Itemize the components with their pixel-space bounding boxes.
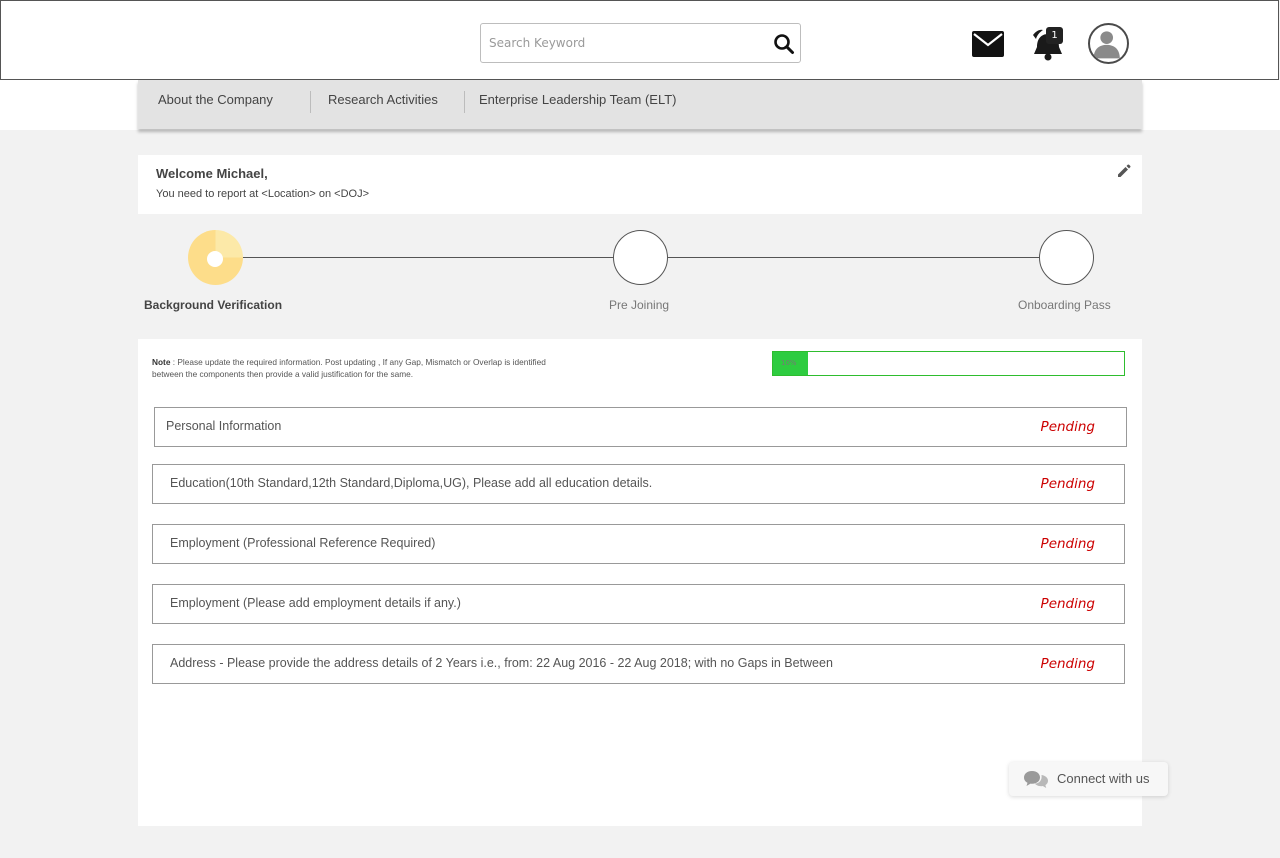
step-circle-background-verification[interactable]: [188, 230, 243, 285]
note-label: Note: [152, 357, 171, 367]
section-row-employment-details[interactable]: Employment (Please add employment detail…: [152, 584, 1125, 624]
step-label-onboarding-pass: Onboarding Pass: [1018, 298, 1111, 312]
section-row-address[interactable]: Address - Please provide the address det…: [152, 644, 1125, 684]
status-pending: Pending: [1040, 656, 1095, 672]
background-verification-card: Note : Please update the required inform…: [138, 339, 1142, 826]
onboarding-stepper: Background Verification Pre Joining Onbo…: [138, 225, 1142, 325]
step-circle-onboarding-pass[interactable]: [1039, 230, 1094, 285]
status-pending: Pending: [1040, 596, 1095, 612]
stepper-connector: [238, 257, 613, 258]
stepper-connector: [668, 257, 1040, 258]
status-pending: Pending: [1040, 419, 1095, 435]
nav-item-about-company[interactable]: About the Company: [158, 92, 273, 107]
mail-icon[interactable]: [971, 29, 1005, 59]
section-label: Address - Please provide the address det…: [170, 656, 833, 670]
welcome-card: Welcome Michael, You need to report at <…: [138, 155, 1142, 214]
note-text: Note : Please update the required inform…: [152, 356, 552, 380]
step-label-pre-joining: Pre Joining: [609, 298, 670, 312]
progress-fill: 10%: [773, 352, 809, 375]
chat-icon: [1024, 771, 1048, 788]
main-nav: About the Company Research Activities En…: [138, 80, 1142, 129]
search-icon[interactable]: [772, 32, 796, 56]
nav-divider: [464, 91, 465, 113]
status-pending: Pending: [1040, 536, 1095, 552]
nav-item-elt[interactable]: Enterprise Leadership Team (ELT): [479, 92, 677, 107]
search-input[interactable]: [489, 33, 759, 53]
search-box[interactable]: [480, 23, 801, 63]
connect-label: Connect with us: [1057, 771, 1150, 786]
section-row-employment-reference[interactable]: Employment (Professional Reference Requi…: [152, 524, 1125, 564]
completion-progress-bar: 10%: [772, 351, 1125, 376]
notification-count-badge: 1: [1046, 27, 1063, 44]
nav-item-research-activities[interactable]: Research Activities: [328, 92, 438, 107]
user-avatar-icon: [1093, 31, 1120, 59]
nav-divider: [310, 91, 311, 113]
top-header: 1: [0, 0, 1279, 80]
step-label-background-verification: Background Verification: [144, 298, 283, 312]
section-label: Personal Information: [166, 419, 282, 433]
user-avatar[interactable]: [1088, 23, 1129, 64]
notification-button[interactable]: 1: [1031, 25, 1067, 63]
section-label: Employment (Professional Reference Requi…: [170, 536, 436, 550]
section-row-education[interactable]: Education(10th Standard,12th Standard,Di…: [152, 464, 1125, 504]
step-circle-pre-joining[interactable]: [613, 230, 668, 285]
section-label: Employment (Please add employment detail…: [170, 596, 461, 610]
pencil-icon[interactable]: [1116, 163, 1132, 179]
note-body: : Please update the required information…: [152, 357, 546, 379]
status-pending: Pending: [1040, 476, 1095, 492]
section-row-personal-information[interactable]: Personal Information Pending: [154, 407, 1127, 447]
section-label: Education(10th Standard,12th Standard,Di…: [170, 476, 653, 490]
connect-with-us-button[interactable]: Connect with us: [1009, 762, 1168, 796]
welcome-subtitle: You need to report at <Location> on <DOJ…: [156, 188, 370, 200]
welcome-title: Welcome Michael,: [156, 166, 268, 181]
